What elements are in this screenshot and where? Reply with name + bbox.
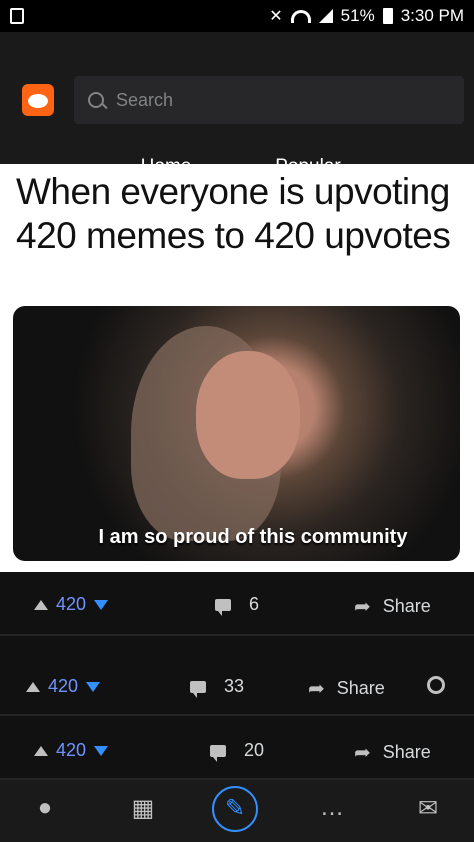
create-post-icon[interactable]: ✎ xyxy=(212,786,258,832)
search-icon xyxy=(88,92,104,108)
comment-count: 20 xyxy=(244,740,265,760)
comment-icon[interactable] xyxy=(190,680,206,698)
notification-icon xyxy=(10,8,24,24)
upvote-icon[interactable] xyxy=(34,745,48,756)
downvote-icon[interactable] xyxy=(86,681,101,692)
search-placeholder: Search xyxy=(116,90,174,110)
share-icon: ➦ xyxy=(308,678,325,700)
vote-count: 420 xyxy=(48,676,79,696)
meme-subtitle: I am so proud of this community xyxy=(98,526,408,548)
comment-icon[interactable] xyxy=(210,744,226,762)
share-icon: ➦ xyxy=(354,596,371,618)
chat-icon[interactable]: … xyxy=(316,794,348,826)
share-icon: ➦ xyxy=(354,742,371,764)
share-button[interactable]: Share xyxy=(337,678,385,699)
upvote-icon[interactable] xyxy=(34,599,48,610)
mute-icon: ✕ xyxy=(269,8,283,25)
post-actions-2: 420 33 ➦ Share xyxy=(0,656,474,716)
communities-icon[interactable]: ▦ xyxy=(127,794,159,826)
clock: 3:30 PM xyxy=(400,6,464,25)
downvote-icon[interactable] xyxy=(94,599,109,610)
inbox-icon[interactable]: ✉ xyxy=(412,794,444,826)
share-button[interactable]: Share xyxy=(383,596,431,617)
wifi-icon xyxy=(290,9,311,23)
comment-count: 6 xyxy=(249,594,260,614)
comment-icon[interactable] xyxy=(215,598,231,616)
app-header: Search Home Popular xyxy=(0,32,474,193)
face-shape xyxy=(196,351,300,479)
status-bar: ✕ 51% 3:30 PM xyxy=(0,0,474,32)
award-icon[interactable] xyxy=(427,676,445,694)
status-right: ✕ 51% 3:30 PM xyxy=(269,6,464,26)
share-button[interactable]: Share xyxy=(383,742,431,763)
vote-count: 420 xyxy=(56,740,87,760)
upvote-icon[interactable] xyxy=(26,681,40,692)
search-input[interactable]: Search xyxy=(74,76,464,124)
meme-caption: When everyone is upvoting 420 memes to 4… xyxy=(16,171,451,256)
bottom-nav: ● ▦ ✎ … ✉ xyxy=(0,780,474,842)
meme-post-image[interactable]: When everyone is upvoting 420 memes to 4… xyxy=(0,164,474,572)
downvote-icon[interactable] xyxy=(94,745,109,756)
comment-count: 33 xyxy=(224,676,245,696)
signal-icon xyxy=(318,9,333,23)
post-actions-1: 420 6 ➦ Share xyxy=(0,572,474,636)
meme-photo: I am so proud of this community xyxy=(13,306,460,561)
battery-percent: 51% xyxy=(340,6,375,25)
battery-icon xyxy=(382,8,393,24)
vote-count: 420 xyxy=(56,594,87,614)
post-actions-3: 420 20 ➦ Share xyxy=(0,718,474,780)
home-icon[interactable]: ● xyxy=(29,794,61,826)
reddit-logo-icon[interactable] xyxy=(22,84,54,116)
